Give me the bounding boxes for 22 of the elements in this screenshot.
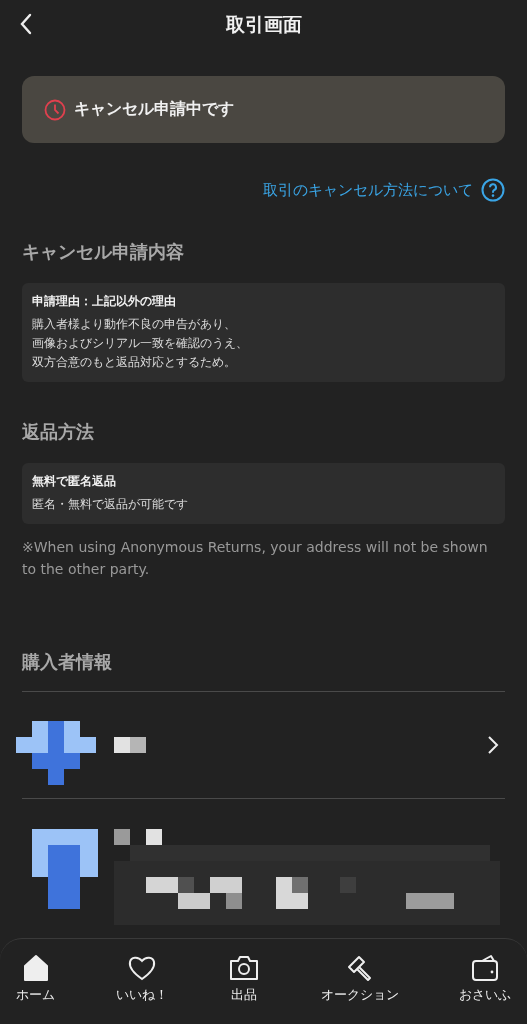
help-link[interactable]: 取引のキャンセル方法について [263,180,473,200]
help-icon[interactable] [481,178,505,202]
section-heading: 購入者情報 [22,650,113,674]
card-text: 画像およびシリアル一致を確認のうえ、 [32,335,249,352]
card-title: 申請理由：上記以外の理由 [32,293,177,310]
nav-tab[interactable]: オークション [316,933,403,1024]
nav-tab[interactable]: ホーム [12,933,59,1024]
card-title: 無料で匿名返品 [32,473,117,490]
nav-tab[interactable]: 出品 [224,933,264,1024]
back-icon[interactable] [18,12,34,36]
nav-tab[interactable]: いいね！ [111,933,172,1024]
nav-tab[interactable]: おさいふ [455,933,515,1024]
clock-icon [44,98,66,121]
screen-title: 取引画面 [225,12,302,37]
section-heading: 返品方法 [22,420,95,444]
card-text: 匿名・無料で返品が可能です [32,496,189,513]
card-text: 購入者様より動作不良の申告があり、 [32,316,237,333]
status-text: キャンセル申請中です [74,99,234,120]
section-heading: キャンセル申請内容 [22,240,185,264]
card-text: 双方合意のもと返品対応とするため。 [32,354,237,371]
chevron-right-icon [487,735,499,755]
note-text: ※When using Anonymous Returns, your address will not be shown to the other party. [22,538,489,579]
